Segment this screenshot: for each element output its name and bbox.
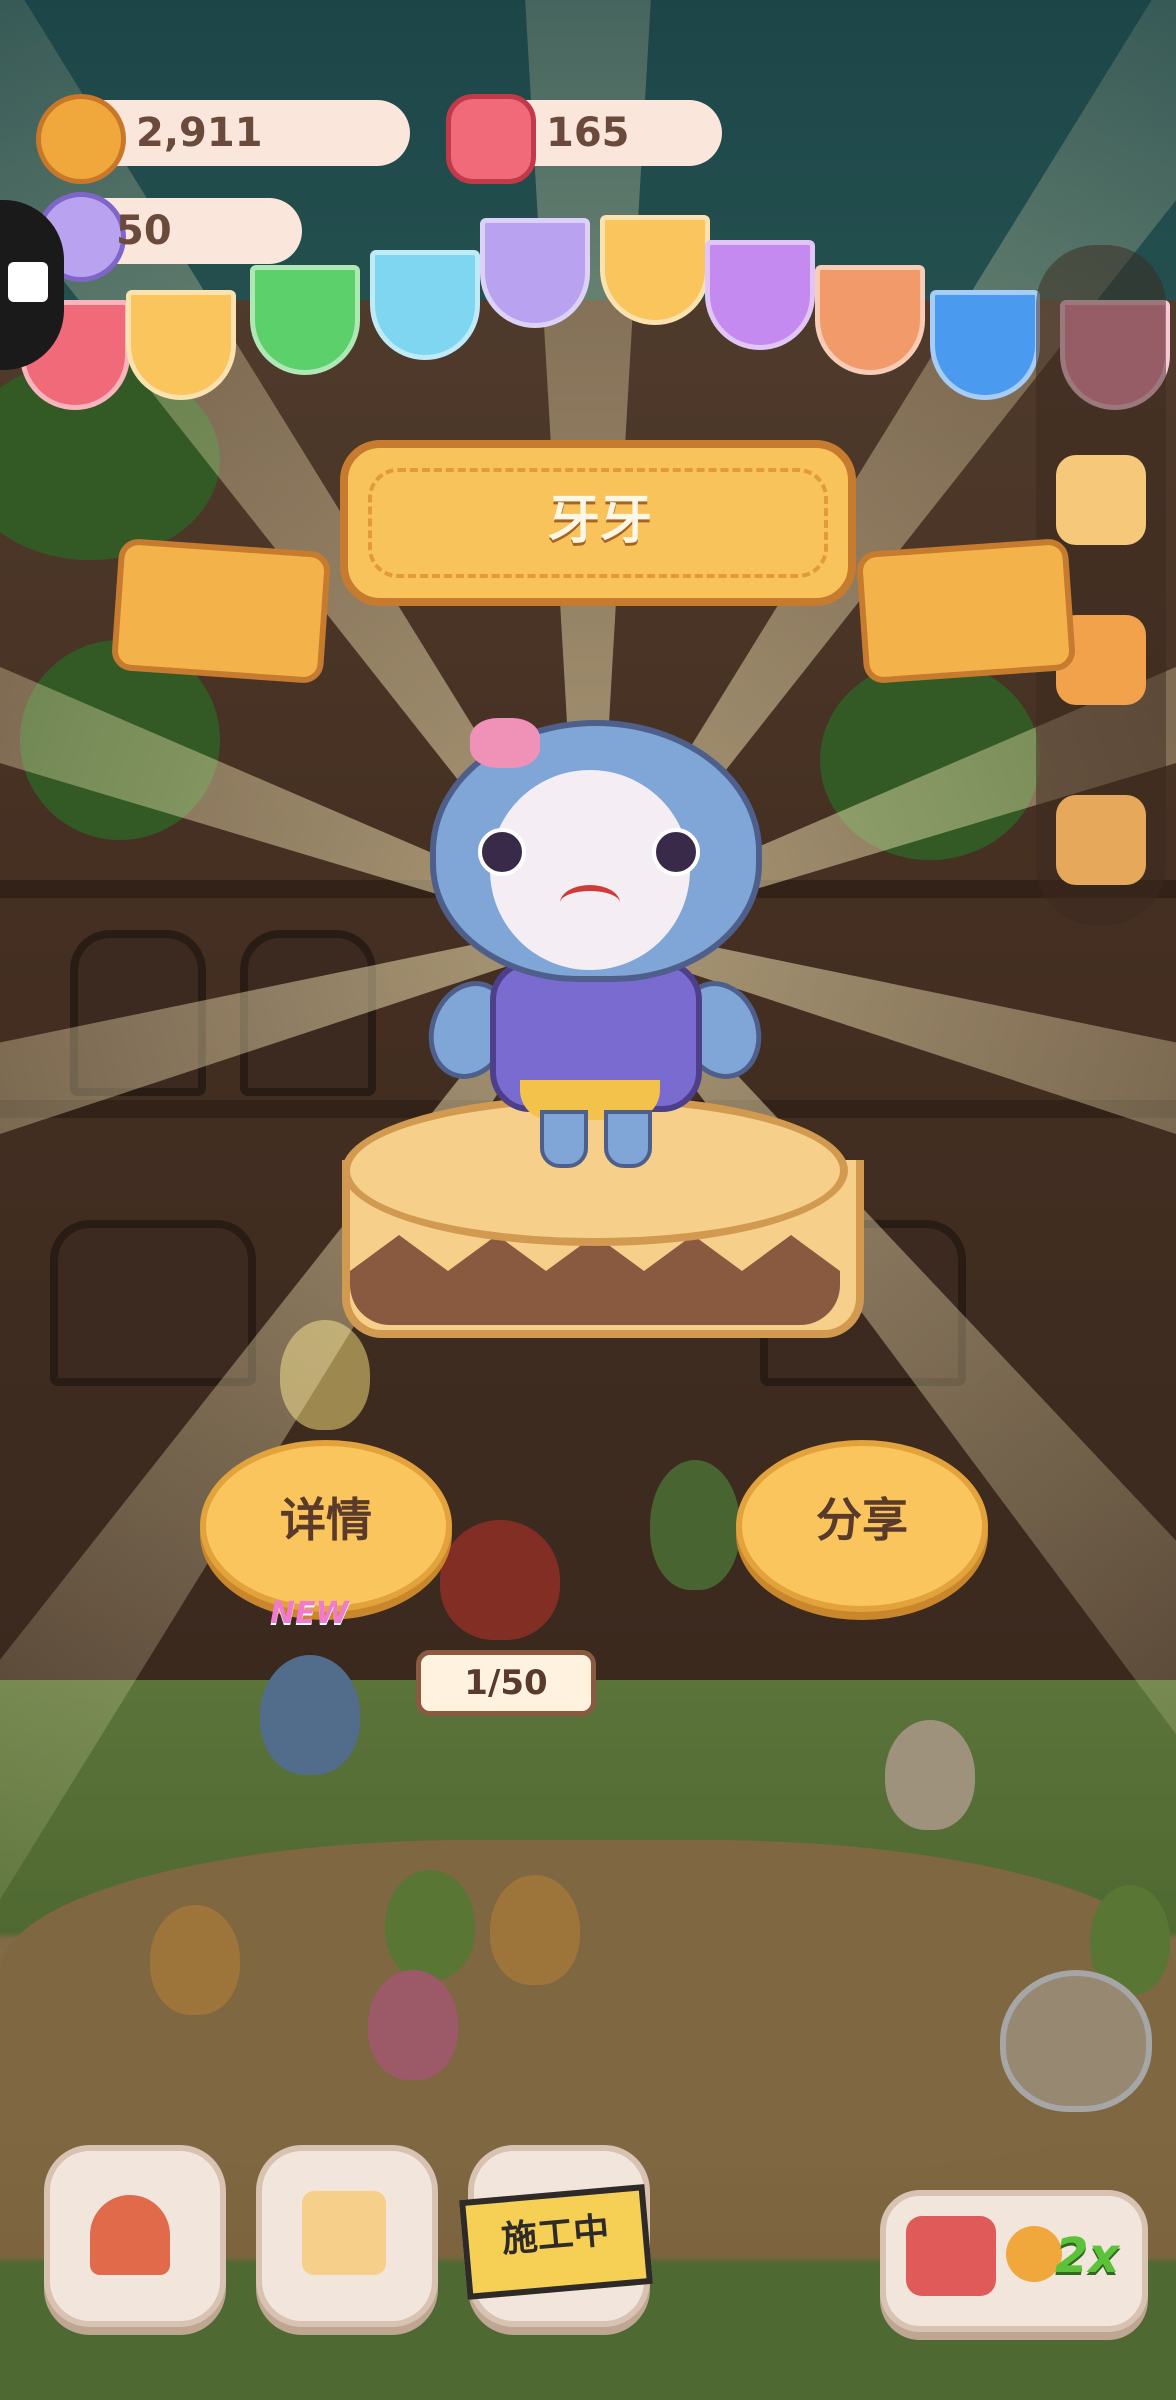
ribbon-right-tail xyxy=(855,537,1077,685)
cookie-currency-bar[interactable]: 2,911 xyxy=(36,94,410,184)
build-house-button[interactable] xyxy=(44,2145,226,2327)
new-badge: NEW xyxy=(270,1596,349,1631)
bunting-flag xyxy=(600,215,710,325)
bunting-flag xyxy=(930,290,1040,400)
crystal-currency-bar[interactable]: 50 xyxy=(36,192,302,282)
bunting-flag xyxy=(815,265,925,375)
bunting-flag xyxy=(705,240,815,350)
boost-multiplier: 2x xyxy=(1055,2228,1120,2284)
character-leg xyxy=(604,1110,652,1168)
character-leg xyxy=(540,1110,588,1168)
bunting-flag xyxy=(370,250,480,360)
details-button[interactable]: 详情 xyxy=(200,1440,452,1612)
cookie-count: 2,911 xyxy=(136,110,263,156)
share-button[interactable]: 分享 xyxy=(736,1440,988,1612)
character-eye xyxy=(478,828,526,876)
crystal-count: 50 xyxy=(116,208,172,254)
cookie-icon xyxy=(36,94,126,184)
bunting-flag xyxy=(480,218,590,328)
gem-icon xyxy=(446,94,536,184)
puzzle-icon xyxy=(8,262,48,302)
shop-visitor-counter: 1/50 xyxy=(416,1650,596,1716)
stamp-menu-button[interactable] xyxy=(1056,455,1146,545)
ribbon-left-tail xyxy=(110,537,332,685)
gem-currency-bar[interactable]: 165 xyxy=(446,94,722,184)
character-eye xyxy=(652,828,700,876)
bunting-flag xyxy=(250,265,360,375)
character-bow xyxy=(470,718,540,768)
backpack-button[interactable] xyxy=(1056,795,1146,885)
character-name: 牙牙 xyxy=(547,491,652,551)
diary-button[interactable] xyxy=(256,2145,438,2327)
gem-count: 165 xyxy=(546,110,630,156)
house-icon xyxy=(90,2195,170,2275)
bunting-flag xyxy=(126,290,236,400)
tv-icon xyxy=(906,2216,996,2296)
construction-sign: 施工中 xyxy=(458,2184,654,2300)
character-mouth xyxy=(560,885,620,921)
cookie-icon xyxy=(1006,2226,1062,2282)
diary-icon xyxy=(302,2191,386,2275)
